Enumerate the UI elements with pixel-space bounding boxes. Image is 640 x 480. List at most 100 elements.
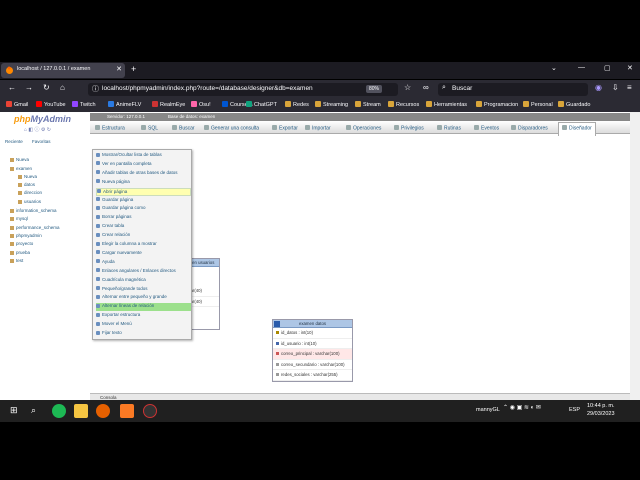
language-indicator[interactable]: ESP (569, 407, 580, 413)
forward-icon[interactable]: → (25, 83, 33, 92)
bookmark-item[interactable]: Personal (523, 101, 553, 108)
back-icon[interactable]: ← (8, 83, 16, 92)
table-datos[interactable]: examen datos id_datos : int(10) id_usuar… (272, 319, 353, 382)
menu-tab[interactable]: Generar una consulta (204, 125, 259, 132)
url-bar[interactable]: ⓘ localhost/phpmyadmin/index.php?route=/… (88, 83, 398, 96)
tab-favorites[interactable]: Favoritas (32, 139, 51, 144)
menu-tab[interactable]: Eventos (474, 125, 499, 132)
designer-menu-item[interactable]: Crear tabla (96, 223, 191, 231)
column-row[interactable]: id_usuario : int(10) (273, 339, 352, 349)
table-header[interactable]: examen datos (273, 320, 352, 328)
bookmark-item[interactable]: Streaming (315, 101, 348, 108)
menu-tab[interactable]: Exportar (272, 125, 298, 132)
tree-item[interactable]: Nueva (10, 157, 29, 162)
designer-menu-item[interactable]: Guardar página como (96, 205, 191, 213)
breadcrumb-server[interactable]: Servidor: 127.0.0.1 (107, 114, 145, 119)
designer-menu-item[interactable]: Alternar entre pequeño y grande (96, 294, 191, 302)
windows-start-icon[interactable]: ⊞ (10, 405, 18, 416)
reload-icon[interactable]: ↻ (43, 83, 50, 92)
app-icon[interactable] (143, 404, 157, 418)
star-icon[interactable]: ☆ (404, 83, 411, 92)
new-tab-button[interactable]: + (131, 64, 136, 74)
designer-menu-item[interactable]: Pequeño/grande todos (96, 286, 191, 294)
tray-icons[interactable]: ⌃ ◉ ▣ ≋ ◐ ✉ (503, 404, 541, 411)
bookmark-item[interactable]: Stream (355, 101, 381, 108)
designer-menu-item[interactable]: Ver en pantalla completa (96, 161, 191, 169)
tree-item[interactable]: Nueva (18, 174, 37, 179)
breadcrumb-database[interactable]: Base de datos: examen (168, 114, 215, 119)
taskbar-search-icon[interactable]: ⌕ (31, 405, 36, 416)
tree-item[interactable]: direccion (18, 190, 42, 195)
tab-recent[interactable]: Reciente (5, 139, 23, 144)
designer-menu-item[interactable]: Enlaces angulares / Enlaces directos (96, 268, 191, 276)
maximize-button[interactable]: ▢ (604, 64, 611, 72)
bookmark-item[interactable]: Programacion (476, 101, 518, 108)
designer-menu-item[interactable]: Nueva página (96, 179, 191, 187)
column-row[interactable]: correo_principal : varchar(100) (273, 349, 352, 360)
designer-menu-item[interactable]: Exportar estructura (96, 312, 191, 320)
bookmark-item[interactable]: Gmail (6, 101, 28, 108)
designer-menu-item[interactable]: Cuadrícula magnética (96, 277, 191, 285)
designer-menu-item[interactable]: Cargar nuevamente (96, 250, 191, 258)
phpmyadmin-logo[interactable]: phpMyAdmin (14, 114, 71, 124)
clock-time[interactable]: 10:44 p. m. (587, 403, 615, 409)
pma-toolbar-icons[interactable]: ⌂ ◧ ⓘ ⚙ ↻ (24, 126, 51, 133)
designer-menu-item[interactable]: Elegir la columna a mostrar (96, 241, 191, 249)
tree-item[interactable]: usuarios (18, 199, 41, 204)
browser-tab[interactable]: localhost / 127.0.0.1 / examen ✕ (1, 63, 125, 78)
bookmark-item[interactable]: AnimeFLV (108, 101, 141, 108)
menu-tab[interactable]: Diseñador (558, 122, 596, 136)
bookmark-item[interactable]: Herramientas (426, 101, 467, 108)
column-row[interactable]: redes_sociales : varchar(255) (273, 370, 352, 381)
bookmark-item[interactable]: Osu! (191, 101, 211, 108)
search-bar[interactable]: ⌕ Buscar (438, 83, 588, 96)
bookmark-item[interactable]: Twitch (72, 101, 96, 108)
designer-menu-item[interactable]: Alternar líneas de relación (96, 303, 191, 312)
list-tabs-icon[interactable]: ⌄ (551, 64, 557, 72)
menu-tab[interactable]: Buscar (172, 125, 195, 132)
bookmark-item[interactable]: RealmEye (152, 101, 185, 108)
pocket-icon[interactable]: ◉ (595, 83, 602, 92)
designer-menu-item[interactable]: Borrar páginas (96, 214, 191, 222)
page-scrollbar[interactable] (630, 112, 640, 400)
menu-tab[interactable]: Operaciones (346, 125, 381, 132)
designer-menu-item[interactable]: Crear relación (96, 232, 191, 240)
file-explorer-icon[interactable] (74, 404, 88, 418)
minimize-button[interactable]: — (578, 64, 585, 71)
menu-tab[interactable]: Importar (305, 125, 331, 132)
designer-menu-item[interactable]: Añadir tablas de otras bases de datos (96, 170, 191, 178)
spotify-icon[interactable] (52, 404, 66, 418)
menu-tab[interactable]: Privilegios (394, 125, 424, 132)
tree-item[interactable]: phpmyadmin (10, 233, 42, 238)
firefox-taskbar-icon[interactable] (96, 404, 110, 418)
tree-item[interactable]: datos (18, 182, 35, 187)
toggle-icon[interactable] (274, 321, 280, 327)
menu-tab[interactable]: Disparadores (511, 125, 548, 132)
bookmark-item[interactable]: Redes (285, 101, 309, 108)
bookmark-item[interactable]: Recursos (388, 101, 419, 108)
tree-item[interactable]: mysql (10, 216, 28, 221)
tree-item[interactable]: performance_schema (10, 225, 60, 230)
menu-tab[interactable]: SQL (141, 125, 158, 132)
column-row[interactable]: correo_secundario : varchar(100) (273, 360, 352, 370)
bookmark-item[interactable]: YouTube (36, 101, 66, 108)
bookmark-item[interactable]: ChatGPT (246, 101, 277, 108)
console-bar[interactable]: Consola (90, 393, 630, 400)
menu-tab[interactable]: Estructura (95, 125, 125, 132)
menu-icon[interactable]: ≡ (627, 83, 632, 92)
close-window-button[interactable]: ✕ (627, 64, 633, 72)
bookmark-item[interactable]: Guardado (558, 101, 590, 108)
taskbar-user[interactable]: mannyGL (476, 407, 500, 413)
tree-item[interactable]: prueba (10, 250, 30, 255)
designer-menu-item[interactable]: Guardar página (96, 197, 191, 205)
extension-icon[interactable]: ∞ (423, 83, 429, 92)
designer-menu-item[interactable]: Abrir página (96, 187, 191, 196)
extensions-icon[interactable]: ⇩ (612, 83, 619, 92)
designer-menu-item[interactable]: Mover el Menú (96, 321, 191, 329)
clock-date[interactable]: 29/03/2023 (587, 411, 615, 417)
designer-menu-item[interactable]: Ayuda (96, 259, 191, 267)
tree-item[interactable]: information_schema (10, 208, 57, 213)
tree-item[interactable]: test (10, 258, 23, 263)
designer-menu-item[interactable]: Mostrar/Ocultar lista de tablas (96, 152, 191, 160)
home-icon[interactable]: ⌂ (60, 83, 65, 92)
